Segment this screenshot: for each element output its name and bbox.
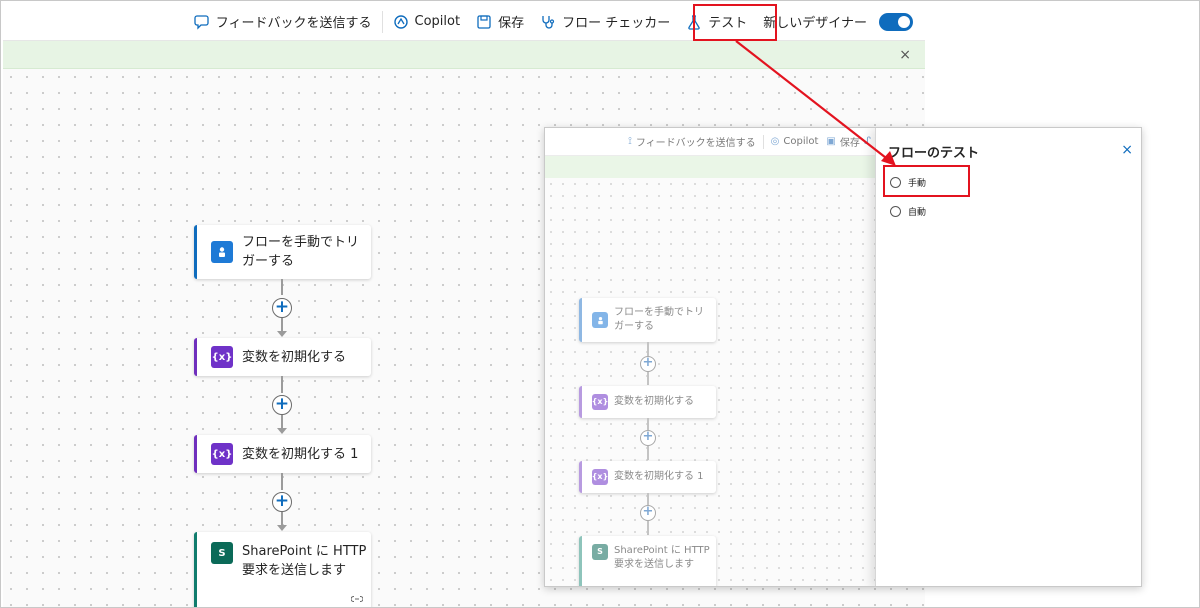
sharepoint-node-line2: 要求を送信します	[242, 563, 347, 578]
inset-trigger-node-text: フローを手動でトリ ガーする	[614, 306, 704, 334]
inset-canvas	[545, 178, 875, 586]
inset-init-variable-node: {x} 変数を初期化する	[579, 386, 716, 418]
init-variable-1-node[interactable]: {x} 変数を初期化する 1	[194, 435, 371, 473]
trigger-node[interactable]: フローを手動でトリ ガーする	[194, 225, 371, 279]
designer-toolbar: フィードバックを送信する Copilot 保存 フロー チェッカー テスト 新し…	[3, 3, 925, 41]
inset-plus-icon: +	[640, 505, 656, 521]
inset-stethoscope-icon: ᔑ	[863, 136, 871, 147]
radio-label-auto: 自動	[908, 208, 927, 218]
test-panel-title: フローのテスト	[888, 146, 980, 161]
stethoscope-icon	[542, 15, 555, 29]
inset-connector-line	[647, 521, 649, 535]
add-step-plus-icon[interactable]: +	[272, 298, 292, 318]
feedback-icon	[194, 14, 209, 30]
inset-sharepoint-node-text: SharePoint に HTTP 要求を送信します	[614, 544, 710, 572]
toolbar-divider	[381, 10, 383, 33]
connector-line	[281, 318, 283, 332]
radio-option-auto[interactable]: 自動	[890, 205, 926, 218]
variable-icon: {x}	[211, 443, 233, 465]
inset-manual-trigger-icon	[592, 312, 608, 328]
init-variable-label: 変数を初期化する	[242, 349, 347, 365]
connector-line	[281, 512, 283, 526]
inset-toolbar-divider	[762, 134, 764, 149]
variable-icon: {x}	[211, 346, 233, 368]
inset-connector-line	[647, 342, 649, 356]
banner-close-icon[interactable]: ×	[899, 47, 911, 63]
inset-sharepoint-line2: 要求を送信します	[614, 559, 694, 570]
inset-trigger-node: フローを手動でトリ ガーする	[579, 298, 716, 342]
inset-init-variable-label: 変数を初期化する	[614, 396, 694, 407]
connector-arrow-icon	[277, 525, 287, 531]
add-step-plus-icon[interactable]: +	[272, 492, 292, 512]
connector-line	[281, 415, 283, 429]
copilot-label: Copilot	[414, 14, 461, 29]
init-variable-1-label: 変数を初期化する 1	[242, 446, 359, 462]
inset-save-label: 保存	[839, 138, 860, 149]
inset-connector-line	[647, 446, 649, 460]
link-icon	[351, 595, 363, 603]
connector-line	[281, 376, 283, 393]
save-label: 保存	[498, 16, 525, 31]
flow-checker-button[interactable]: フロー チェッカー	[532, 3, 678, 41]
inset-plus-icon: +	[640, 430, 656, 446]
new-designer-label: 新しいデザイナー	[763, 16, 867, 31]
test-panel-screenshot: ⟟ フィードバックを送信する ◎ Copilot ▣ 保存 ᔑ フローを手動でト…	[544, 127, 1142, 587]
inset-copilot-icon: ◎	[770, 136, 780, 147]
inset-feedback-label: フィードバックを送信する	[635, 138, 756, 149]
feedback-label: フィードバックを送信する	[215, 16, 372, 31]
inset-designer: ⟟ フィードバックを送信する ◎ Copilot ▣ 保存 ᔑ フローを手動でト…	[545, 128, 875, 586]
inset-plus-icon: +	[640, 356, 656, 372]
inset-toolbar: ⟟ フィードバックを送信する ◎ Copilot ▣ 保存 ᔑ	[545, 128, 875, 156]
inset-variable-icon: {x}	[592, 469, 608, 485]
close-icon[interactable]: ×	[1121, 142, 1133, 158]
manual-option-highlight	[883, 165, 970, 197]
inset-init-variable-1-node: {x} 変数を初期化する 1	[579, 461, 716, 493]
inset-feedback-icon: ⟟	[628, 136, 632, 147]
inset-sharepoint-node: S SharePoint に HTTP 要求を送信します	[579, 536, 716, 586]
save-icon	[477, 14, 491, 29]
connector-line	[281, 279, 283, 295]
new-designer-toggle-group: 新しいデザイナー	[755, 3, 921, 41]
inset-copilot-label: Copilot	[783, 136, 819, 147]
flow-checker-label: フロー チェッカー	[562, 16, 671, 31]
trigger-node-line1: フローを手動でトリ	[242, 235, 360, 250]
init-variable-node[interactable]: {x} 変数を初期化する	[194, 338, 371, 376]
inset-trigger-line2: ガーする	[614, 321, 654, 332]
connector-arrow-icon	[277, 331, 287, 337]
feedback-button[interactable]: フィードバックを送信する	[186, 3, 380, 41]
notification-banner: ×	[3, 41, 925, 69]
inset-sharepoint-line1: SharePoint に HTTP	[614, 545, 710, 556]
manual-trigger-icon	[211, 241, 233, 263]
new-designer-toggle[interactable]	[879, 12, 913, 31]
save-button[interactable]: 保存	[468, 3, 532, 41]
inset-sharepoint-icon: S	[592, 544, 608, 560]
trigger-node-line2: ガーする	[242, 254, 295, 269]
sharepoint-http-node[interactable]: S SharePoint に HTTP 要求を送信します	[194, 532, 371, 607]
inset-connector-line	[647, 372, 649, 385]
inset-variable-icon: {x}	[592, 394, 608, 410]
connector-line	[281, 473, 283, 490]
inset-banner	[545, 156, 875, 178]
inset-trigger-line1: フローを手動でトリ	[614, 307, 704, 318]
test-button-highlight	[693, 4, 777, 41]
trigger-node-text: フローを手動でトリ ガーする	[242, 233, 359, 271]
copilot-icon	[393, 14, 408, 29]
connector-arrow-icon	[277, 428, 287, 434]
inset-init-variable-1-label: 変数を初期化する 1	[614, 471, 704, 482]
radio-button[interactable]	[890, 206, 901, 217]
inset-save-icon: ▣	[826, 136, 836, 147]
sharepoint-node-line1: SharePoint に HTTP	[242, 544, 367, 559]
add-step-plus-icon[interactable]: +	[272, 395, 292, 415]
sharepoint-node-text: SharePoint に HTTP 要求を送信します	[242, 542, 366, 580]
screenshot-frame: フィードバックを送信する Copilot 保存 フロー チェッカー テスト 新し…	[0, 0, 1200, 608]
sharepoint-icon: S	[211, 542, 233, 564]
copilot-button[interactable]: Copilot	[385, 3, 469, 41]
